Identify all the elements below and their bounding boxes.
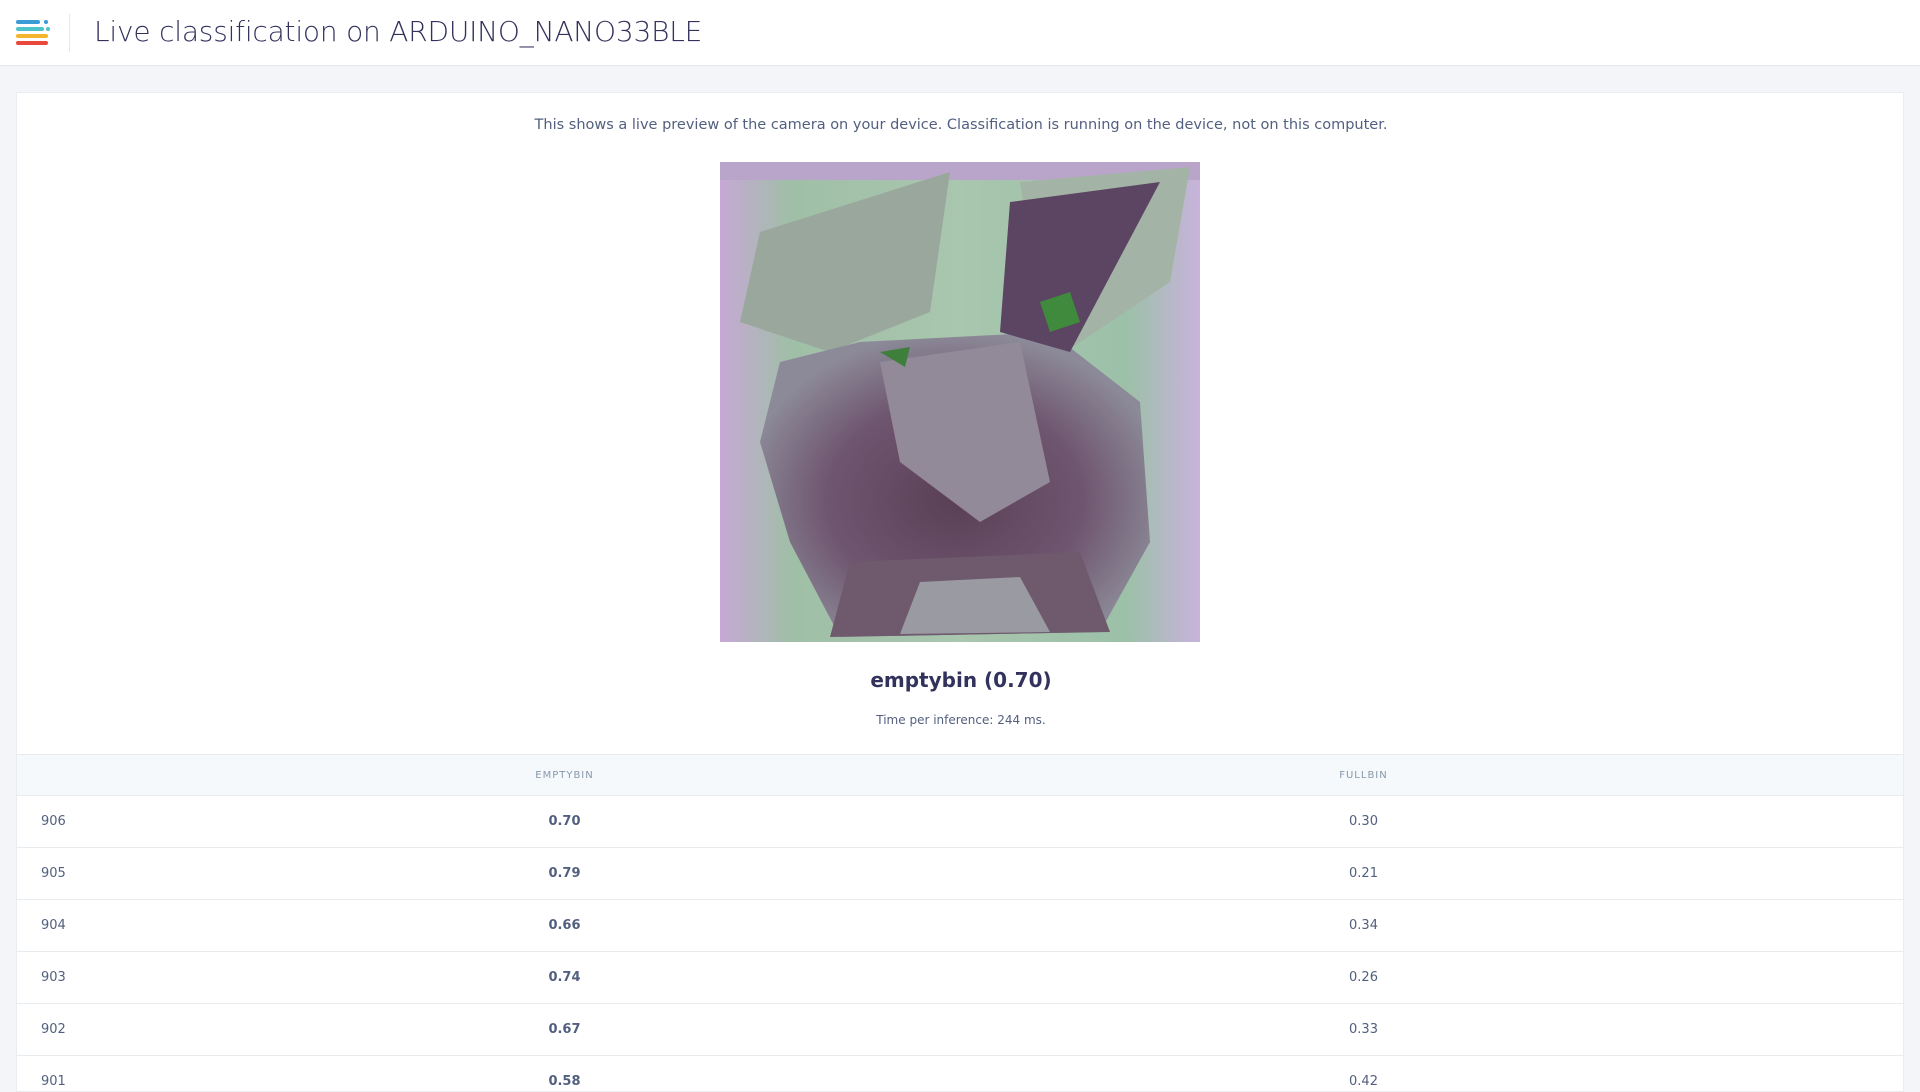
logo-bar-3	[16, 34, 48, 38]
fullbin-score: 0.21	[822, 848, 1904, 900]
column-header-id	[17, 755, 307, 796]
row-id: 905	[17, 848, 307, 900]
header-divider	[69, 14, 70, 52]
fullbin-score: 0.42	[822, 1056, 1904, 1092]
row-id: 902	[17, 1004, 307, 1056]
table-row: 906 0.70 0.30	[17, 796, 1904, 848]
table-row: 902 0.67 0.33	[17, 1004, 1904, 1056]
row-id: 906	[17, 796, 307, 848]
emptybin-score: 0.66	[307, 900, 822, 952]
logo-bars	[16, 18, 52, 48]
camera-preview-image	[720, 162, 1200, 642]
logo-bar-1	[16, 20, 40, 24]
top-bar: Live classification on ARDUINO_NANO33BLE	[0, 0, 1920, 66]
live-classification-card: This shows a live preview of the camera …	[16, 92, 1904, 1092]
row-id: 903	[17, 952, 307, 1004]
fullbin-score: 0.30	[822, 796, 1904, 848]
logo-dot-2	[46, 27, 50, 31]
edge-impulse-logo-icon[interactable]	[16, 18, 52, 48]
classification-results-table: EMPTYBIN FULLBIN 906 0.70 0.30 905 0.79 …	[17, 754, 1904, 1092]
column-header-fullbin[interactable]: FULLBIN	[822, 755, 1904, 796]
classification-result: emptybin (0.70)	[17, 668, 1904, 692]
logo-dot-1	[44, 20, 48, 24]
camera-frame-drawing	[720, 162, 1200, 642]
table-row: 905 0.79 0.21	[17, 848, 1904, 900]
row-id: 901	[17, 1056, 307, 1092]
logo-bar-2	[16, 27, 44, 31]
row-id: 904	[17, 900, 307, 952]
emptybin-score: 0.74	[307, 952, 822, 1004]
fullbin-score: 0.34	[822, 900, 1904, 952]
emptybin-score: 0.79	[307, 848, 822, 900]
emptybin-score: 0.67	[307, 1004, 822, 1056]
page-title: Live classification on ARDUINO_NANO33BLE	[94, 15, 702, 48]
logo-bar-4	[16, 41, 48, 45]
fullbin-score: 0.33	[822, 1004, 1904, 1056]
table-row: 903 0.74 0.26	[17, 952, 1904, 1004]
table-row: 904 0.66 0.34	[17, 900, 1904, 952]
emptybin-score: 0.70	[307, 796, 822, 848]
column-header-emptybin[interactable]: EMPTYBIN	[307, 755, 822, 796]
preview-description: This shows a live preview of the camera …	[17, 117, 1904, 133]
table-row: 901 0.58 0.42	[17, 1056, 1904, 1092]
table-header-row: EMPTYBIN FULLBIN	[17, 755, 1904, 796]
fullbin-score: 0.26	[822, 952, 1904, 1004]
inference-time: Time per inference: 244 ms.	[17, 713, 1904, 727]
emptybin-score: 0.58	[307, 1056, 822, 1092]
